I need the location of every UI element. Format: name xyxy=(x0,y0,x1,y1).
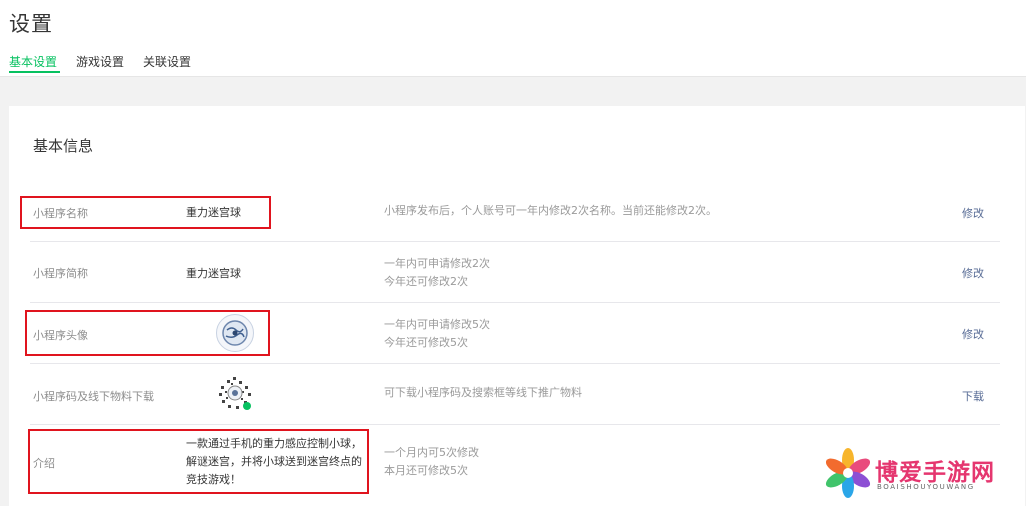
row-mini-program-short-name: 小程序简称 重力迷宫球 一年内可申请修改2次 今年还可修改2次 修改 xyxy=(30,242,1000,303)
watermark-subtext: BOAISHOUYOUWANG xyxy=(877,483,975,491)
row-qrcode-download: 小程序码及线下物料下载 可下载小程序码及搜索框等线下推广物料 下载 xyxy=(30,364,1000,425)
row-description: 小程序发布后，个人账号可一年内修改2次名称。当前还能修改2次。 xyxy=(384,204,717,217)
desc-line: 一年内可申请修改5次 xyxy=(384,318,490,331)
edit-name-link[interactable]: 修改 xyxy=(962,205,984,221)
watermark: 博爱手游网 BOAISHOUYOUWANG xyxy=(820,445,1026,500)
row-description: 一个月内可5次修改 本月还可修改5次 xyxy=(384,444,479,480)
row-description: 一年内可申请修改5次 今年还可修改5次 xyxy=(384,316,490,352)
row-description: 一年内可申请修改2次 今年还可修改2次 xyxy=(384,255,490,291)
desc-line: 一年内可申请修改2次 xyxy=(384,257,490,270)
watermark-text: 博爱手游网 xyxy=(875,460,995,486)
highlight-box-intro xyxy=(28,429,369,494)
highlight-box-name xyxy=(20,196,271,229)
page-title: 设置 xyxy=(9,12,53,36)
tab-link-settings[interactable]: 关联设置 xyxy=(143,53,191,70)
row-label: 小程序简称 xyxy=(33,267,88,280)
flower-logo-icon xyxy=(825,448,871,498)
row-description: 可下载小程序码及搜索框等线下推广物料 xyxy=(384,386,582,399)
highlight-box-avatar xyxy=(25,310,270,356)
desc-line: 今年还可修改5次 xyxy=(384,336,468,349)
tab-game-settings[interactable]: 游戏设置 xyxy=(76,53,124,70)
section-title: 基本信息 xyxy=(33,137,94,155)
desc-line: 一个月内可5次修改 xyxy=(384,446,479,459)
page-header: 设置 基本设置 游戏设置 关联设置 xyxy=(0,0,1026,77)
desc-line: 今年还可修改2次 xyxy=(384,275,468,288)
tab-basic-settings[interactable]: 基本设置 xyxy=(9,53,57,70)
active-tab-indicator xyxy=(9,71,60,73)
mini-program-code-icon xyxy=(217,375,253,411)
row-label: 小程序码及线下物料下载 xyxy=(33,390,154,403)
edit-avatar-link[interactable]: 修改 xyxy=(962,326,984,342)
download-link[interactable]: 下载 xyxy=(962,388,984,404)
desc-line: 本月还可修改5次 xyxy=(384,464,468,477)
edit-short-name-link[interactable]: 修改 xyxy=(962,265,984,281)
short-name-value: 重力迷宫球 xyxy=(186,267,241,280)
